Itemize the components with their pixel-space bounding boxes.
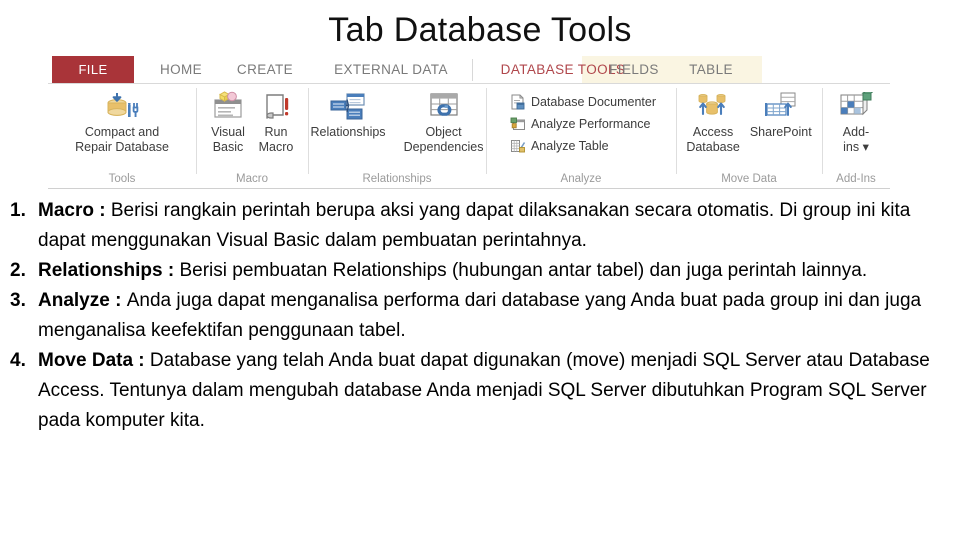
group-label-macro: Macro — [236, 173, 268, 185]
list-item: 1. Macro : Berisi rangkain perintah beru… — [8, 196, 954, 256]
sharepoint-label: SharePoint — [749, 125, 812, 139]
analyze-table-button[interactable]: Analyze Table — [510, 135, 656, 156]
object-dependencies-icon — [424, 90, 464, 124]
list-item-number: 2. — [10, 260, 26, 281]
access-database-button[interactable]: Access Database — [683, 88, 743, 154]
database-documenter-icon — [510, 93, 527, 110]
sharepoint-icon — [761, 90, 801, 124]
object-dependencies-button[interactable]: Object Dependencies — [401, 88, 487, 154]
list-item-body: Berisi rangkain perintah berupa aksi yan… — [38, 200, 911, 251]
ribbon-group-move-data: Access Database SharePoint Move Data — [676, 84, 822, 188]
access-database-label: Access Database — [686, 125, 740, 154]
group-label-add-ins: Add-Ins — [836, 173, 876, 185]
analyze-performance-icon — [510, 115, 527, 132]
compact-and-repair-database-label: Compact and Repair Database — [75, 125, 169, 154]
list-item-body: Database yang telah Anda buat dapat digu… — [38, 350, 930, 431]
list-item-separator: : — [109, 290, 127, 311]
list-item-text: Analyze : Anda juga dapat menganalisa pe… — [38, 286, 954, 346]
list-item-separator: : — [93, 200, 111, 221]
add-ins-button[interactable]: Add- ins ▾ — [833, 88, 879, 154]
ribbon-group-tools: Compact and Repair Database Tools — [48, 84, 196, 188]
list-item-text: Relationships : Berisi pembuatan Relatio… — [38, 256, 954, 286]
ribbon-tab-strip: FILE HOME CREATE EXTERNAL DATA DATABASE … — [48, 56, 890, 84]
tab-table[interactable]: TABLE — [676, 56, 746, 84]
group-label-analyze: Analyze — [560, 173, 602, 185]
list-item-term: Relationships — [38, 260, 163, 281]
relationships-icon — [328, 90, 368, 124]
relationships-button[interactable]: Relationships — [308, 88, 389, 140]
add-ins-icon — [836, 90, 876, 124]
list-item-text: Move Data : Database yang telah Anda bua… — [38, 346, 954, 436]
compact-repair-database-icon — [102, 90, 142, 124]
list-item-separator: : — [162, 260, 180, 281]
ribbon: FILE HOME CREATE EXTERNAL DATA DATABASE … — [48, 56, 890, 190]
compact-and-repair-database-button[interactable]: Compact and Repair Database — [72, 88, 172, 154]
tab-create[interactable]: CREATE — [224, 56, 306, 84]
analyze-table-label: Analyze Table — [530, 138, 609, 153]
object-dependencies-label: Object Dependencies — [403, 125, 484, 154]
tab-separator — [472, 59, 473, 81]
visual-basic-label: Visual Basic — [211, 125, 245, 154]
relationships-label: Relationships — [310, 125, 386, 139]
tab-fields[interactable]: FIELDS — [598, 56, 670, 84]
add-ins-label: Add- ins ▾ — [842, 125, 870, 154]
list-item-text: Macro : Berisi rangkain perintah berupa … — [38, 196, 954, 256]
ribbon-bottom-border — [48, 188, 890, 189]
group-label-tools: Tools — [108, 173, 136, 185]
content-list: 1. Macro : Berisi rangkain perintah beru… — [8, 196, 954, 436]
ribbon-groups: Compact and Repair Database Tools Visual… — [48, 84, 890, 188]
analyze-table-icon — [510, 137, 527, 154]
tab-home[interactable]: HOME — [144, 56, 218, 84]
visual-basic-icon — [208, 90, 248, 124]
visual-basic-button[interactable]: Visual Basic — [205, 88, 251, 154]
list-item-term: Analyze — [38, 290, 110, 311]
list-item-term: Move Data — [38, 350, 134, 371]
ribbon-group-analyze: Database Documenter Analyze Performance — [486, 84, 676, 188]
list-item-number: 3. — [10, 290, 26, 311]
list-item-body: Anda juga dapat menganalisa performa dar… — [38, 290, 922, 341]
list-item-term: Macro — [38, 200, 94, 221]
page-title: Tab Database Tools — [328, 11, 632, 49]
list-item-number: 1. — [10, 200, 26, 221]
ribbon-group-add-ins: Add- ins ▾ Add-Ins — [822, 84, 890, 188]
list-item: 3. Analyze : Anda juga dapat menganalisa… — [8, 286, 954, 346]
group-label-relationships: Relationships — [362, 173, 432, 185]
list-item-separator: : — [133, 350, 150, 371]
list-item: 2. Relationships : Berisi pembuatan Rela… — [8, 256, 954, 286]
run-macro-button[interactable]: Run Macro — [253, 88, 299, 154]
list-item-body: Berisi pembuatan Relationships (hubungan… — [179, 260, 868, 281]
sharepoint-button[interactable]: SharePoint — [747, 88, 815, 140]
run-macro-icon — [256, 90, 296, 124]
access-database-icon — [693, 90, 733, 124]
tab-external-data[interactable]: EXTERNAL DATA — [310, 56, 472, 84]
ribbon-group-relationships: Relationships Object Dependencies Relati… — [308, 84, 486, 188]
ribbon-group-macro: Visual Basic Run Macro Macro — [196, 84, 308, 188]
tab-file[interactable]: FILE — [52, 56, 134, 84]
list-item: 4. Move Data : Database yang telah Anda … — [8, 346, 954, 436]
analyze-performance-label: Analyze Performance — [530, 116, 651, 131]
run-macro-label: Run Macro — [258, 125, 294, 154]
analyze-performance-button[interactable]: Analyze Performance — [510, 113, 656, 134]
database-documenter-button[interactable]: Database Documenter — [510, 91, 656, 112]
list-item-number: 4. — [10, 350, 26, 371]
group-label-move-data: Move Data — [721, 173, 777, 185]
database-documenter-label: Database Documenter — [530, 94, 657, 109]
